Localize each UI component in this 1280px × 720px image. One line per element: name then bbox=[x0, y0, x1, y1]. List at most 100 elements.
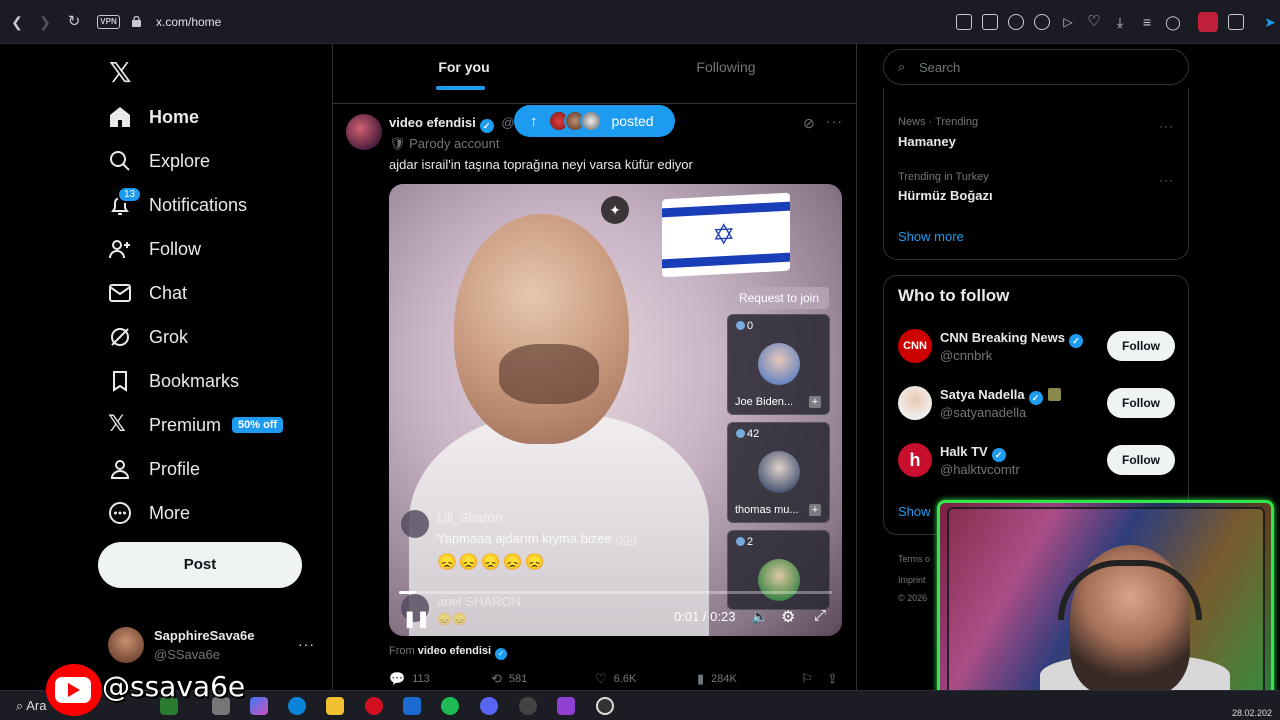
who-to-follow-show-more-link[interactable]: Show bbox=[898, 504, 931, 519]
nav-chat[interactable]: Chat bbox=[108, 275, 187, 311]
trend-more-icon[interactable]: ··· bbox=[1159, 173, 1174, 187]
edge-icon[interactable] bbox=[288, 697, 306, 715]
vpn-badge[interactable]: VPN bbox=[97, 15, 120, 29]
live-guest-card[interactable]: 42 thomas mu... + bbox=[727, 422, 830, 523]
footer-link[interactable]: Imprint bbox=[898, 575, 926, 585]
new-posts-pill[interactable]: ↑ posted bbox=[514, 105, 675, 137]
volume-icon[interactable]: 🔈 bbox=[751, 608, 768, 625]
tab-for-you[interactable]: For you bbox=[333, 44, 595, 104]
back-icon[interactable]: ❮ bbox=[9, 14, 25, 30]
copilot-icon[interactable] bbox=[250, 697, 268, 715]
avatar[interactable]: CNN bbox=[898, 329, 932, 363]
reply-button[interactable]: 💬 113 bbox=[389, 671, 430, 687]
nav-premium[interactable]: 𝕏 Premium 50% off bbox=[108, 407, 284, 443]
search-icon: ⌕ bbox=[898, 59, 906, 74]
tweet-author-name: video efendisi bbox=[389, 115, 476, 130]
posted-label: posted bbox=[611, 113, 654, 129]
footer-link[interactable]: Terms o bbox=[898, 554, 930, 564]
forward-icon[interactable]: ❯ bbox=[37, 14, 53, 30]
more-icon[interactable]: ··· bbox=[826, 113, 843, 129]
search-input[interactable]: ⌕ Search bbox=[883, 49, 1189, 85]
timeline-tabs: For you Following bbox=[333, 44, 856, 104]
nav-bookmarks[interactable]: Bookmarks bbox=[108, 363, 239, 399]
repost-button[interactable]: ⟲ 581 bbox=[491, 671, 527, 687]
pause-icon[interactable]: ❚❚ bbox=[403, 609, 430, 629]
from-name[interactable]: video efendisi bbox=[418, 645, 491, 657]
sparkle-icon[interactable]: ✦ bbox=[601, 196, 629, 224]
media-player-icon[interactable] bbox=[596, 697, 614, 715]
avatar[interactable] bbox=[898, 386, 932, 420]
taskbar-search[interactable]: ⌕ Ara bbox=[16, 698, 46, 714]
nav-home[interactable]: Home bbox=[108, 99, 199, 135]
tab-following[interactable]: Following bbox=[595, 44, 857, 104]
reload-icon[interactable]: ↻ bbox=[66, 14, 82, 30]
bookmark-button[interactable]: ⚐ bbox=[801, 671, 820, 687]
live-guest-card[interactable]: 0 Joe Biden... + bbox=[727, 314, 830, 415]
request-to-join-button[interactable]: Request to join bbox=[729, 287, 829, 309]
live-guest-card[interactable]: 2 bbox=[727, 530, 830, 610]
share-button[interactable]: ⇪ bbox=[827, 671, 845, 687]
file-explorer-icon[interactable] bbox=[326, 697, 344, 715]
video-progress-track[interactable] bbox=[399, 591, 832, 594]
shield-icon[interactable] bbox=[1008, 14, 1024, 30]
account-icon[interactable]: ◯ bbox=[1165, 14, 1181, 30]
heart-icon[interactable]: ♡ bbox=[1086, 14, 1102, 30]
chatgpt-icon[interactable] bbox=[519, 697, 537, 715]
grok-icon[interactable]: ⊘ bbox=[803, 115, 815, 132]
address-bar[interactable]: x.com/home bbox=[156, 15, 221, 29]
follow-suggestion-name[interactable]: CNN Breaking News ✓ bbox=[940, 330, 1083, 348]
trend-name[interactable]: Hürmüz Boğazı bbox=[898, 188, 993, 203]
nav-notifications[interactable]: 13 Notifications bbox=[108, 186, 248, 223]
follow-button[interactable]: Follow bbox=[1107, 445, 1175, 475]
outlook-icon[interactable] bbox=[403, 697, 421, 715]
follow-suggestion-name[interactable]: Halk TV ✓ bbox=[940, 444, 1006, 462]
follow-button[interactable]: Follow bbox=[1107, 388, 1175, 418]
extension-red-icon[interactable] bbox=[1198, 12, 1218, 32]
bookmark-icon: ⚐ bbox=[801, 671, 813, 686]
avatar[interactable]: h bbox=[898, 443, 932, 477]
nav-label: More bbox=[149, 502, 191, 523]
nav-label: Bookmarks bbox=[149, 370, 240, 391]
follow-suggestion-name[interactable]: Satya Nadella ✓ bbox=[940, 387, 1061, 405]
nav-explore[interactable]: Explore bbox=[108, 143, 210, 179]
guest-avatar bbox=[758, 559, 800, 601]
app-icon[interactable] bbox=[557, 697, 575, 715]
follow-suggestion-handle: @cnnbrk bbox=[940, 348, 993, 363]
cube-icon[interactable] bbox=[1228, 14, 1244, 30]
camera-icon[interactable] bbox=[982, 14, 998, 30]
settings-sliders-icon[interactable]: ≡ bbox=[1139, 14, 1155, 30]
trend-name[interactable]: Hamaney bbox=[898, 134, 956, 149]
x-logo-icon[interactable]: 𝕏 bbox=[109, 56, 132, 89]
extension-icon[interactable] bbox=[1034, 14, 1050, 30]
post-button[interactable]: Post bbox=[98, 542, 302, 588]
trend-more-icon[interactable]: ··· bbox=[1159, 119, 1174, 133]
nav-profile[interactable]: Profile bbox=[108, 451, 200, 487]
avatar[interactable] bbox=[108, 627, 144, 663]
account-more-icon[interactable]: ··· bbox=[298, 636, 315, 652]
nav-more[interactable]: More bbox=[108, 495, 190, 531]
opera-icon[interactable] bbox=[365, 697, 383, 715]
discord-icon[interactable] bbox=[480, 697, 498, 715]
tweet-author[interactable]: video efendisi ✓ @ bbox=[389, 115, 515, 133]
fullscreen-icon[interactable]: ⤢ bbox=[814, 607, 826, 624]
like-button[interactable]: ♡ 6.6K bbox=[595, 671, 636, 687]
add-icon[interactable]: + bbox=[809, 396, 821, 408]
trends-show-more-link[interactable]: Show more bbox=[898, 229, 964, 244]
video-player[interactable]: ✡ ✦ Request to join 0 Joe Biden... + 42 … bbox=[389, 184, 842, 636]
nav-label: Notifications bbox=[149, 194, 248, 215]
play-icon[interactable]: ▷ bbox=[1060, 14, 1076, 30]
follow-button[interactable]: Follow bbox=[1107, 331, 1175, 361]
download-icon[interactable]: ⤓ bbox=[1112, 14, 1128, 30]
from-label: From bbox=[389, 645, 415, 657]
spotify-icon[interactable] bbox=[441, 697, 459, 715]
account-name[interactable]: SapphireSava6e bbox=[154, 628, 254, 643]
reply-count: 113 bbox=[412, 673, 430, 685]
settings-icon[interactable]: ⚙ bbox=[781, 607, 795, 627]
tweet-avatar[interactable] bbox=[346, 114, 382, 150]
nav-follow[interactable]: Follow bbox=[108, 231, 201, 267]
views-button[interactable]: ▮ 284K bbox=[697, 671, 737, 687]
edit-icon[interactable] bbox=[956, 14, 972, 30]
send-icon[interactable]: ➤ bbox=[1262, 14, 1278, 30]
nav-grok[interactable]: Grok bbox=[108, 319, 188, 355]
add-icon[interactable]: + bbox=[809, 504, 821, 516]
